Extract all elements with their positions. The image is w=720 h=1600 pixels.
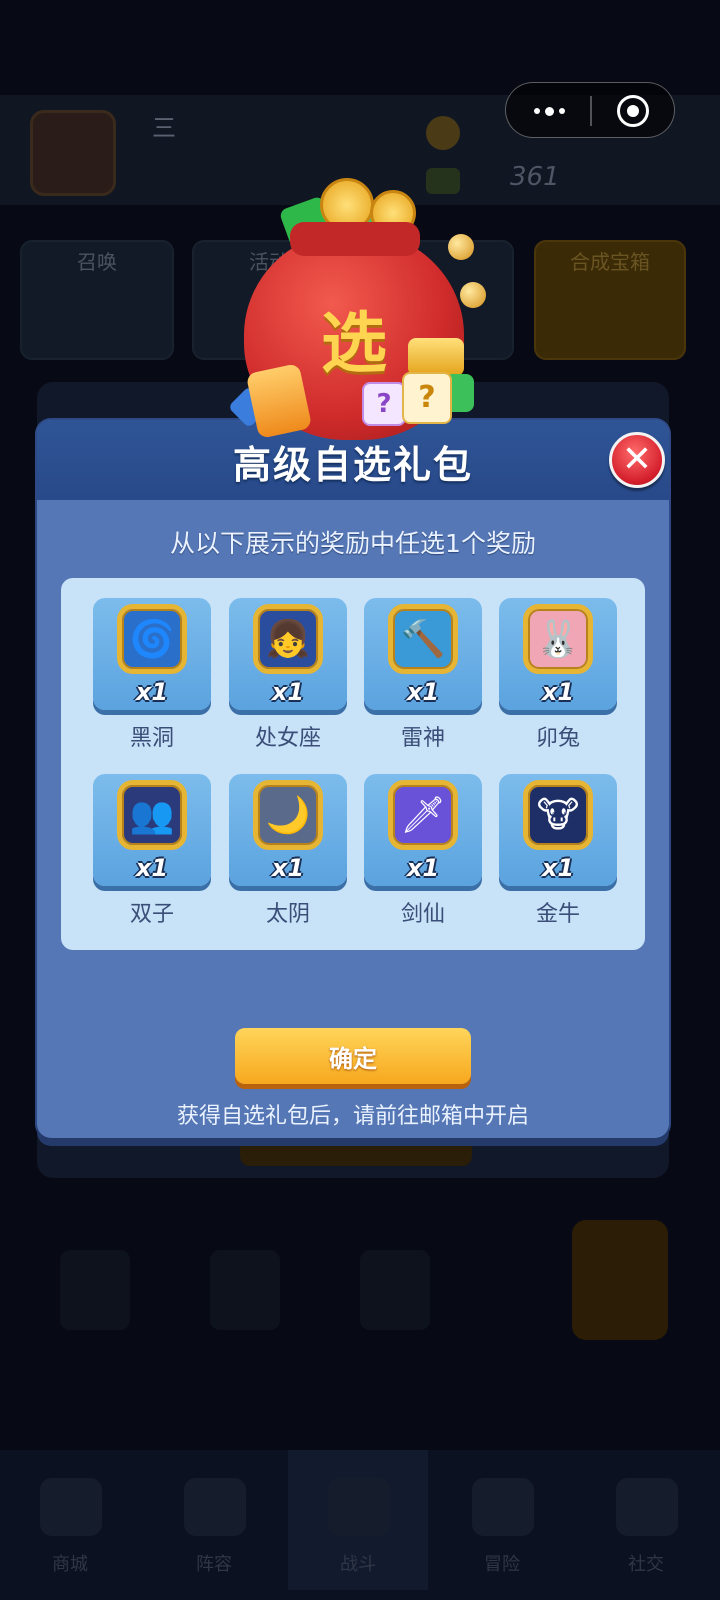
bg-card-summon: 召唤 (20, 240, 174, 360)
reward-item-sword-immortal[interactable]: 🗡 x1 剑仙 (364, 774, 482, 927)
bg-card-label: 召唤 (77, 250, 117, 274)
reward-count: x1 (541, 854, 575, 882)
thor-hammer-icon: 🔨 (388, 604, 458, 674)
close-circle-icon[interactable] (617, 95, 649, 127)
chat-icon (616, 1478, 678, 1536)
swords-icon (328, 1478, 390, 1536)
bag-character: 选 (321, 305, 387, 382)
reward-count: x1 (541, 678, 575, 706)
mystery-dice-icon: ? (402, 372, 452, 424)
nav-lineup: 阵容 (144, 1450, 284, 1590)
nav-battle: 战斗 (288, 1450, 428, 1590)
bg-button (240, 1138, 472, 1166)
gift-pack-dialog: 高级自选礼包 ✕ 从以下展示的奖励中任选1个奖励 🌀 x1 黑洞 👧 x1 处女… (37, 420, 669, 1138)
nav-label: 冒险 (484, 1554, 520, 1575)
bg-block (360, 1250, 430, 1330)
nav-adventure: 冒险 (432, 1450, 572, 1590)
reward-count: x1 (135, 678, 169, 706)
player-avatar (30, 110, 116, 196)
reward-count: x1 (406, 854, 440, 882)
nav-shop: 商城 (0, 1450, 140, 1590)
bottom-nav: 商城 阵容 战斗 冒险 社交 (0, 1450, 720, 1600)
dice-icon (184, 1478, 246, 1536)
reward-count: x1 (271, 854, 305, 882)
reward-item-thor[interactable]: 🔨 x1 雷神 (364, 598, 482, 751)
reward-name: 雷神 (400, 726, 445, 751)
player-name: 三 (152, 114, 176, 142)
shop-icon (40, 1478, 102, 1536)
nav-label: 阵容 (196, 1554, 232, 1575)
lucky-bag-illustration: 选 ? ? (227, 178, 490, 440)
bg-block (60, 1250, 130, 1330)
reward-item-rabbit[interactable]: 🐰 x1 卯兔 (499, 598, 617, 751)
reward-count: x1 (406, 678, 440, 706)
sword-immortal-icon: 🗡 (388, 780, 458, 850)
coin-icon (426, 116, 460, 150)
dialog-title: 高级自选礼包 (232, 443, 473, 487)
reward-item-moon[interactable]: 🌙 x1 太阴 (229, 774, 347, 927)
close-button[interactable]: ✕ (609, 432, 665, 488)
bg-card-label: 合成宝箱 (570, 250, 650, 274)
miniprogram-capsule (505, 82, 675, 138)
reward-item-gemini[interactable]: 👥 x1 双子 (93, 774, 211, 927)
reward-name: 卯兔 (535, 726, 580, 751)
more-dots-icon[interactable] (524, 98, 574, 124)
reward-grid: 🌀 x1 黑洞 👧 x1 处女座 🔨 x1 雷神 🐰 x1 卯兔 👥 x1 双子 (61, 578, 645, 950)
black-hole-icon: 🌀 (117, 604, 187, 674)
taurus-icon: 🐮 (523, 780, 593, 850)
bg-block (210, 1250, 280, 1330)
capsule-divider (590, 96, 592, 126)
nav-label: 商城 (52, 1554, 88, 1575)
virgo-icon: 👧 (253, 604, 323, 674)
gemini-icon: 👥 (117, 780, 187, 850)
rabbit-icon: 🐰 (523, 604, 593, 674)
gold-ball-icon (460, 282, 486, 308)
footnote-text: 获得自选礼包后，请前往邮箱中开启 (176, 1104, 529, 1129)
gold-hex-icon (408, 338, 464, 376)
reward-name: 处女座 (254, 726, 321, 751)
adventure-icon (472, 1478, 534, 1536)
mystery-dice-icon: ? (362, 382, 406, 426)
reward-name: 剑仙 (400, 902, 445, 927)
reward-name: 双子 (129, 902, 174, 927)
reward-name: 黑洞 (129, 726, 174, 751)
instruction-text: 从以下展示的奖励中任选1个奖励 (170, 529, 536, 558)
nav-social: 社交 (576, 1450, 716, 1590)
reward-item-taurus[interactable]: 🐮 x1 金牛 (499, 774, 617, 927)
bg-chest-icon (572, 1220, 668, 1340)
reward-item-virgo[interactable]: 👧 x1 处女座 (229, 598, 347, 751)
moon-icon: 🌙 (253, 780, 323, 850)
reward-item-black-hole[interactable]: 🌀 x1 黑洞 (93, 598, 211, 751)
reward-count: x1 (271, 678, 305, 706)
nav-label: 社交 (628, 1554, 664, 1575)
reward-count: x1 (135, 854, 169, 882)
gold-ball-icon (448, 234, 474, 260)
currency-value: 361 (510, 162, 560, 192)
confirm-button[interactable]: 确定 (235, 1028, 471, 1084)
reward-name: 太阴 (265, 902, 310, 927)
nav-label: 战斗 (340, 1554, 376, 1575)
bg-card-chest: 合成宝箱 (534, 240, 686, 360)
reward-name: 金牛 (535, 902, 580, 927)
bag-neck (290, 222, 420, 256)
